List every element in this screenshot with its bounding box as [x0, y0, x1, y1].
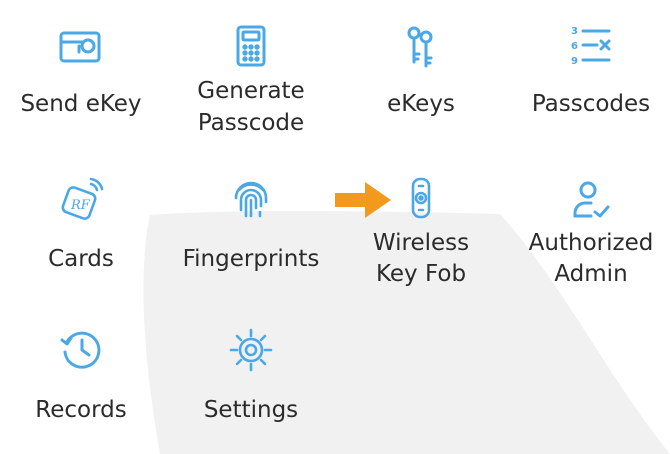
records-button[interactable]: Records — [0, 326, 166, 436]
records-label: Records — [35, 397, 127, 423]
calculator-icon — [227, 22, 275, 70]
keys-icon — [397, 22, 445, 70]
user-check-icon — [567, 176, 615, 224]
authorized-admin-label-line1: Authorized — [528, 230, 654, 256]
wireless-key-fob-label-line1: Wireless — [372, 230, 470, 256]
key-fob-icon — [397, 176, 445, 224]
authorized-admin-label-line2: Admin — [554, 261, 628, 287]
settings-label: Settings — [203, 397, 299, 423]
fingerprints-label: Fingerprints — [182, 246, 320, 272]
history-clock-icon — [57, 326, 105, 374]
send-ekey-button[interactable]: Send eKey — [0, 22, 166, 132]
send-ekey-label: Send eKey — [20, 91, 142, 117]
generate-passcode-label-line2: Passcode — [197, 110, 305, 136]
passcodes-label: Passcodes — [531, 91, 651, 117]
cards-button[interactable]: RF Cards — [0, 176, 166, 286]
authorized-admin-button[interactable]: Authorized Admin — [506, 176, 670, 296]
svg-text:3: 3 — [571, 26, 578, 37]
generate-passcode-button[interactable]: Generate Passcode — [166, 22, 336, 142]
fingerprints-button[interactable]: Fingerprints — [166, 176, 336, 286]
passcodes-button[interactable]: 3 6 9 Passcodes — [506, 22, 670, 132]
svg-text:RF: RF — [70, 198, 91, 213]
wireless-key-fob-label-line2: Key Fob — [375, 261, 467, 287]
svg-text:9: 9 — [571, 56, 578, 67]
generate-passcode-label-line1: Generate — [197, 78, 305, 104]
number-list-icon: 3 6 9 — [567, 22, 615, 70]
card-key-icon — [57, 22, 105, 70]
ekeys-button[interactable]: eKeys — [336, 22, 506, 132]
svg-text:6: 6 — [571, 41, 578, 52]
fingerprint-icon — [227, 176, 275, 224]
arrow-right-icon — [335, 182, 391, 218]
settings-button[interactable]: Settings — [166, 326, 336, 436]
rf-card-icon: RF — [57, 176, 105, 224]
cards-label: Cards — [48, 246, 114, 272]
ekeys-label: eKeys — [387, 91, 455, 117]
gear-icon — [227, 326, 275, 374]
